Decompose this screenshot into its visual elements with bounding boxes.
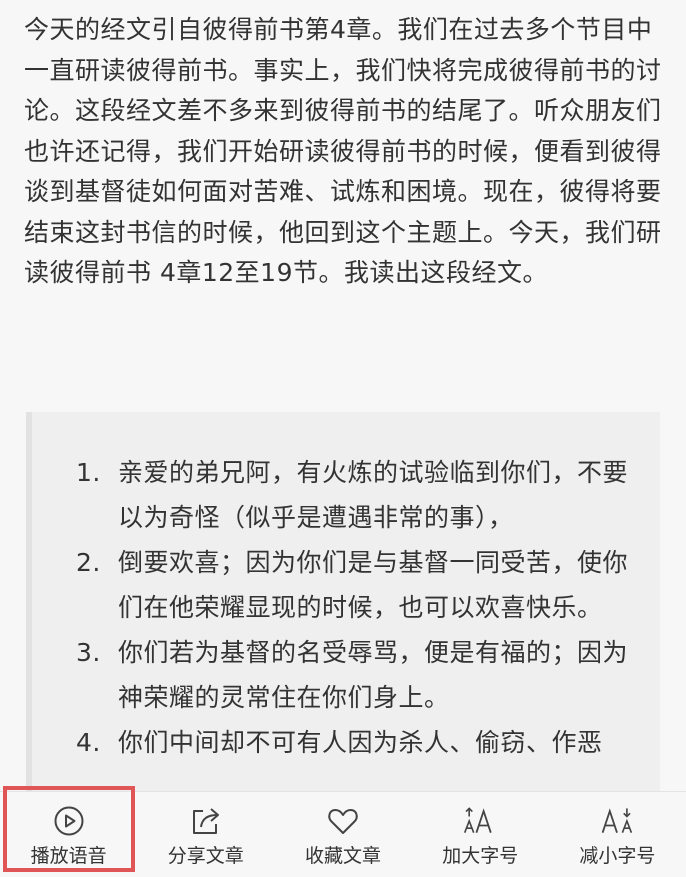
increase-font-button[interactable]: 加大字号 <box>412 792 549 877</box>
font-increase-icon <box>462 804 498 838</box>
increase-font-label: 加大字号 <box>442 845 519 867</box>
verse-text: 倒要欢喜；因为你们是与基督一同受苦，使你们在他荣耀显现的时候，也可以欢喜快乐。 <box>118 548 629 622</box>
verse-number: 4. <box>76 728 101 757</box>
verse-number: 2. <box>76 548 101 577</box>
verse-text: 你们若为基督的名受辱骂，便是有福的；因为神荣耀的灵常住在你们身上。 <box>118 638 629 712</box>
verse-item: 4. 你们中间却不可有人因为杀人、偷窃、作恶 <box>76 720 646 765</box>
verse-item: 3. 你们若为基督的名受辱骂，便是有福的；因为神荣耀的灵常住在你们身上。 <box>76 630 646 720</box>
verse-number: 3. <box>76 638 101 667</box>
bottom-toolbar: 播放语音 分享文章 收藏文章 加大字号 减小字号 <box>0 791 686 877</box>
favorite-article-button[interactable]: 收藏文章 <box>274 792 411 877</box>
verse-text: 你们中间却不可有人因为杀人、偷窃、作恶 <box>118 728 603 757</box>
verse-item: 2. 倒要欢喜；因为你们是与基督一同受苦，使你们在他荣耀显现的时候，也可以欢喜快… <box>76 540 646 630</box>
play-audio-button[interactable]: 播放语音 <box>0 792 137 877</box>
share-article-button[interactable]: 分享文章 <box>137 792 274 877</box>
verse-text: 亲爱的弟兄阿，有火炼的试验临到你们，不要以为奇怪（似乎是遭遇非常的事）， <box>118 458 629 532</box>
verse-item: 1. 亲爱的弟兄阿，有火炼的试验临到你们，不要以为奇怪（似乎是遭遇非常的事）， <box>76 450 646 540</box>
decrease-font-label: 减小字号 <box>579 845 656 867</box>
share-icon <box>188 804 224 838</box>
font-decrease-icon <box>599 804 635 838</box>
share-article-label: 分享文章 <box>167 845 244 867</box>
article-paragraph: 今天的经文引自彼得前书第4章。我们在过去多个节目中一直研读彼得前书。事实上，我们… <box>24 15 662 287</box>
heart-icon <box>325 804 361 838</box>
play-circle-icon <box>51 804 87 838</box>
verse-number: 1. <box>76 458 101 487</box>
decrease-font-button[interactable]: 减小字号 <box>549 792 686 877</box>
verse-list: 1. 亲爱的弟兄阿，有火炼的试验临到你们，不要以为奇怪（似乎是遭遇非常的事）， … <box>76 450 646 765</box>
favorite-article-label: 收藏文章 <box>305 845 382 867</box>
play-audio-label: 播放语音 <box>30 845 107 867</box>
article-page: 今天的经文引自彼得前书第4章。我们在过去多个节目中一直研读彼得前书。事实上，我们… <box>0 0 686 877</box>
